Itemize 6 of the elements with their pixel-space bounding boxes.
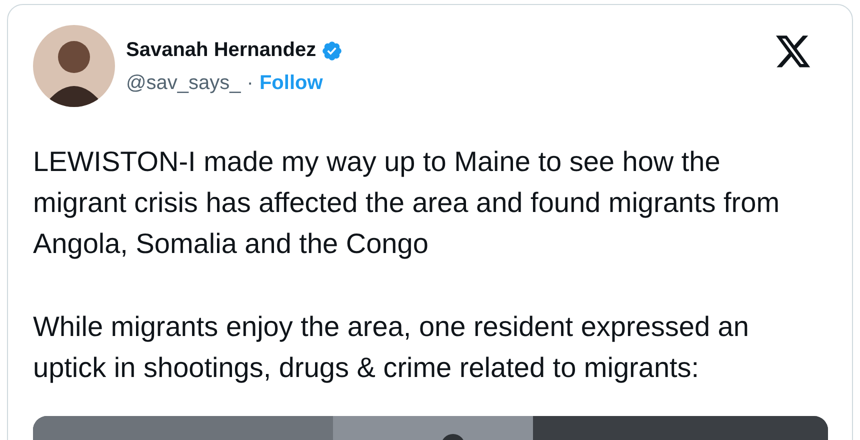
tweet-text: LEWISTON-I made my way up to Maine to see how the migrant crisis has affected the area and found migrants from Angola, Somalia and the Congo [33, 145, 781, 261]
follow-link[interactable]: Follow [259, 72, 323, 95]
author-handle: @sav_says_ [126, 72, 241, 95]
separator-dot: · [246, 72, 254, 95]
author-name: Savanah Hernandez [126, 39, 316, 62]
tweet-text: While migrants enjoy the area, one resident expressed an uptick in shootings, drugs & crime related to migrants: [33, 310, 750, 385]
